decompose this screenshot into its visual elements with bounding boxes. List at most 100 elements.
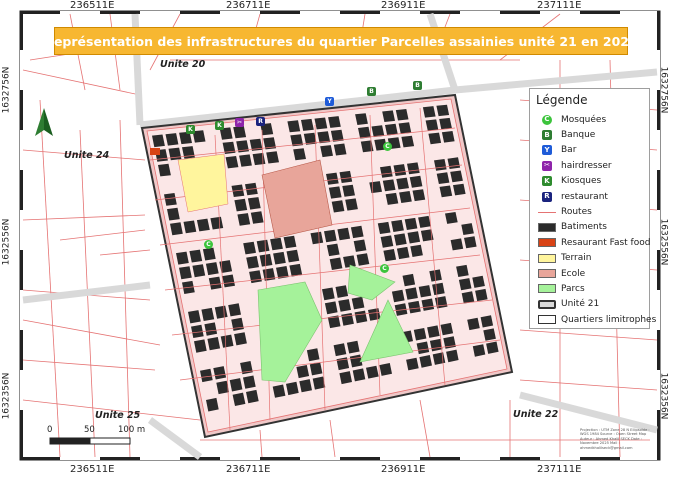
building (394, 233, 407, 246)
building (328, 116, 341, 128)
legend-label: Routes (561, 207, 592, 218)
legend-symbol: R (536, 190, 558, 203)
building (246, 256, 259, 269)
coord-bottom-1: 236511E (70, 464, 115, 475)
building (270, 237, 283, 251)
building (229, 378, 243, 392)
legend-fill-swatch (538, 253, 556, 263)
building (434, 159, 447, 171)
legend-line-swatch (538, 211, 556, 213)
building (293, 148, 306, 161)
coord-left-3: 1632356N (1, 372, 12, 420)
mosque-icon[interactable]: C (383, 142, 392, 151)
building (456, 264, 469, 277)
building (436, 104, 450, 117)
building (383, 249, 397, 262)
building (273, 251, 286, 265)
legend-label: Kiosques (561, 176, 602, 187)
building (427, 325, 440, 338)
building (413, 328, 427, 341)
building (312, 376, 326, 390)
building (447, 157, 461, 169)
label-unite-22: Unite 22 (513, 409, 559, 420)
building (401, 135, 415, 148)
building (393, 164, 407, 176)
building (369, 181, 382, 194)
mosque-icon[interactable]: C (204, 240, 213, 249)
fast-food-area (150, 148, 160, 155)
restaurant-icon[interactable]: R (256, 117, 265, 126)
building (266, 151, 279, 164)
building (326, 243, 340, 257)
building (200, 368, 213, 383)
hairdresser-icon[interactable]: ✂ (235, 118, 244, 127)
building (233, 126, 247, 139)
building (404, 217, 418, 230)
legend-symbol: C (536, 113, 558, 126)
building (396, 177, 409, 190)
building (441, 131, 455, 143)
building (428, 132, 442, 145)
bank-icon[interactable]: B (367, 87, 376, 96)
building (301, 118, 314, 131)
coord-bottom-4: 237111E (537, 464, 582, 475)
building (355, 113, 368, 125)
building (192, 264, 206, 278)
building (461, 223, 474, 235)
building (345, 198, 358, 211)
legend-label: Resaurant Fast food (561, 237, 651, 248)
legend-outline-swatch (538, 315, 556, 325)
building (407, 231, 421, 244)
legend-fill-swatch (538, 284, 556, 294)
legend-poi-icon: B (542, 130, 552, 141)
coord-top-1: 236511E (70, 0, 115, 11)
legend-items: C Mosquées B Banque Y Bar ✂ hairdresser K Kiosque… (536, 112, 656, 327)
legend-label: restaurant (561, 191, 608, 202)
building (207, 337, 221, 351)
building (234, 198, 248, 212)
mosque-icon[interactable]: C (380, 264, 389, 273)
building (436, 172, 450, 184)
building (339, 371, 352, 385)
legend-label: Ecole (561, 268, 586, 279)
building (239, 154, 252, 167)
legend-poi-icon: Y (542, 145, 552, 156)
building (272, 384, 286, 398)
building (421, 298, 435, 311)
building (167, 207, 180, 221)
scale-label-0: 0 (47, 425, 53, 435)
building (446, 349, 459, 363)
building (450, 170, 463, 183)
building (346, 340, 360, 354)
coord-right-3: 1632356N (658, 372, 669, 420)
legend-item: Terrain (536, 251, 645, 266)
kiosk-icon[interactable]: K (215, 121, 224, 130)
building (228, 303, 241, 317)
legend-label: Banque (561, 130, 596, 141)
building (450, 238, 464, 251)
coord-bottom-3: 236911E (381, 464, 426, 475)
building (202, 247, 216, 261)
building (216, 380, 229, 395)
legend-symbol (536, 267, 558, 280)
building (324, 301, 338, 315)
building (234, 332, 247, 346)
scale-label-100: 100 m (118, 425, 146, 435)
building (326, 172, 339, 185)
bar-icon[interactable]: Y (325, 97, 334, 106)
legend-poi-icon: C (542, 114, 552, 125)
building (341, 313, 354, 326)
legend-item: ✂ hairdresser (536, 158, 645, 173)
scale-bar (49, 437, 131, 445)
legend-poi-icon: R (542, 191, 552, 202)
building (467, 317, 480, 331)
building (391, 219, 404, 232)
building (418, 215, 431, 228)
building (419, 355, 432, 368)
legend-label: Parcs (561, 283, 585, 294)
bank-icon[interactable]: B (413, 81, 422, 90)
building (366, 365, 379, 379)
legend-item: C Mosquées (536, 112, 645, 127)
kiosk-icon[interactable]: K (186, 125, 195, 134)
building (183, 220, 197, 234)
